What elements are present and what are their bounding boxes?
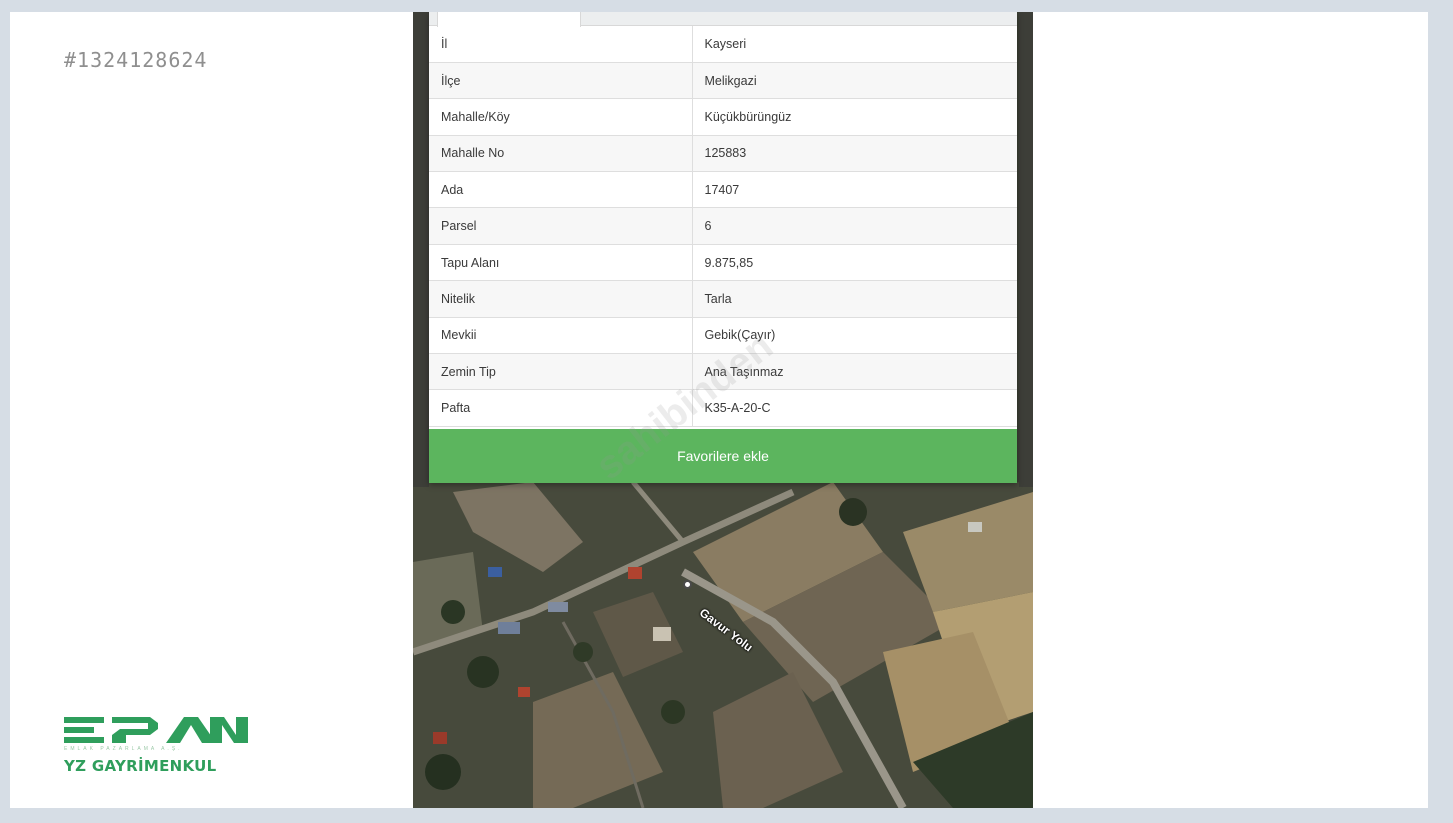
row-label: Parsel [429,207,693,245]
row-label: Tapu Alanı [429,244,693,282]
table-row: Mahalle/Köy Küçükbürüngüz [429,98,1017,136]
row-label: İlçe [429,62,693,100]
map-edge-left [413,12,429,487]
row-label: Ada [429,171,693,209]
row-value: 9.875,85 [692,244,1017,282]
parcel-info-table: İl Kayseri İlçe Melikgazi Mahalle/Köy Küçükbü… [429,26,1017,427]
table-row: Zemin Tip Ana Taşınmaz [429,353,1017,391]
add-to-favorites-button[interactable]: Favorilere ekle [429,429,1017,483]
row-value: 17407 [692,171,1017,209]
row-label: Pafta [429,389,693,427]
logo-company-name: YZ GAYRİMENKUL [64,757,217,775]
row-label: Mevkii [429,317,693,355]
row-value: Kayseri [692,26,1017,63]
row-value: Gebik(Çayır) [692,317,1017,355]
table-row: Pafta K35-A-20-C [429,389,1017,427]
phone-screen: Gavur Yolu İl Kayseri İlçe Melikgazi Mahalle… [413,12,1033,808]
row-label: Mahalle No [429,135,693,173]
table-row: Nitelik Tarla [429,280,1017,318]
table-row: İl Kayseri [429,26,1017,63]
row-value: Küçükbürüngüz [692,98,1017,136]
table-row: Ada 17407 [429,171,1017,209]
road-marker-icon [683,580,692,589]
table-row: Mahalle No 125883 [429,135,1017,173]
row-label: Zemin Tip [429,353,693,391]
epa-logo-mark-icon [64,717,248,743]
tab-active[interactable] [437,12,581,27]
row-label: İl [429,26,693,63]
row-value: K35-A-20-C [692,389,1017,427]
row-value: Ana Taşınmaz [692,353,1017,391]
listing-id: #1324128624 [64,48,208,72]
table-row: Parsel 6 [429,207,1017,245]
parcel-info-panel: İl Kayseri İlçe Melikgazi Mahalle/Köy Küçükbü… [429,12,1017,488]
map-edge-right [1019,12,1033,487]
row-value: Tarla [692,280,1017,318]
row-label: Nitelik [429,280,693,318]
row-label: Mahalle/Köy [429,98,693,136]
company-logo: EMLAK PAZARLAMA A.Ş. YZ GAYRİMENKUL [50,715,250,775]
table-row: Tapu Alanı 9.875,85 [429,244,1017,282]
table-row: Mevkii Gebik(Çayır) [429,317,1017,355]
tab-bar [429,12,1017,27]
row-value: 6 [692,207,1017,245]
logo-subtitle: EMLAK PAZARLAMA A.Ş. [64,746,183,752]
row-value: 125883 [692,135,1017,173]
screenshot-frame: #1324128624 Gavur Yolu İl Kayseri İlçe M… [10,12,1428,808]
table-row: İlçe Melikgazi [429,62,1017,100]
row-value: Melikgazi [692,62,1017,100]
